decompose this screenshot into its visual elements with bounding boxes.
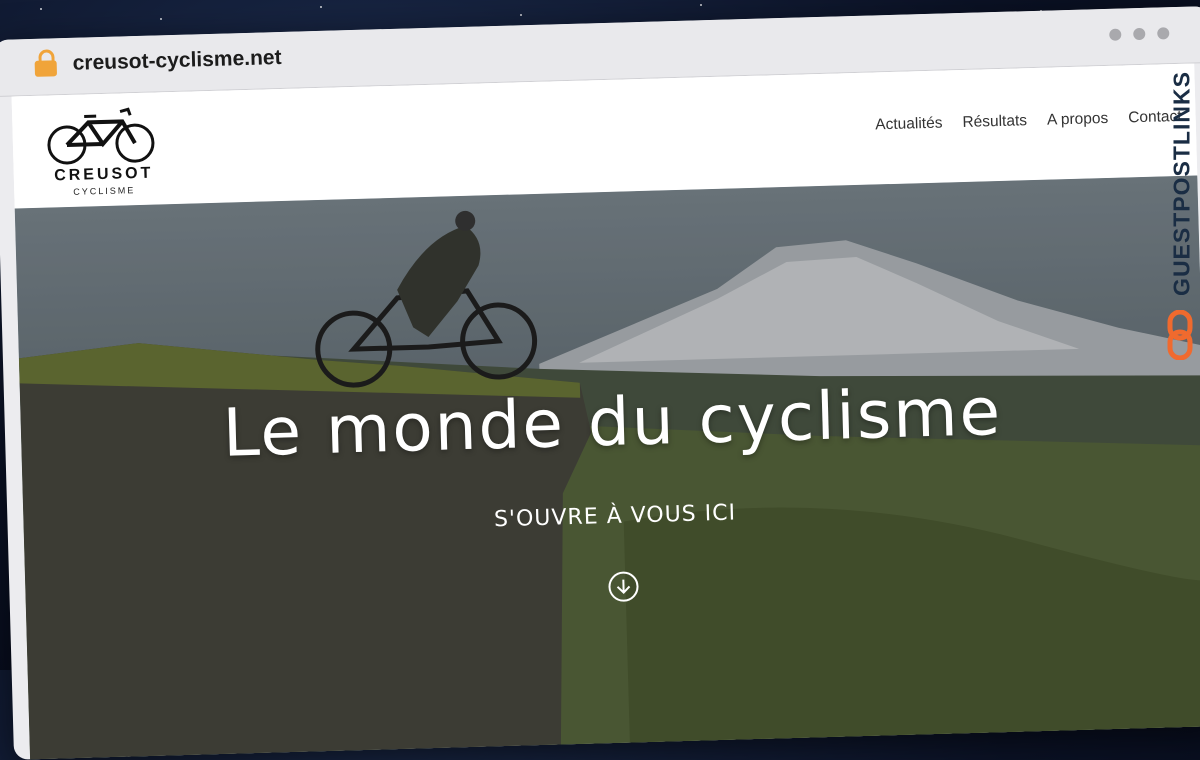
lock-icon: [34, 49, 58, 77]
bicycle-icon: [47, 107, 155, 165]
window-controls: [1109, 27, 1170, 41]
website: CREUSOT CYCLISME Actualités Résultats A …: [11, 63, 1200, 760]
browser-window: creusot-cyclisme.net CREUSOT CYCLISME Ac…: [0, 6, 1200, 760]
window-dot-icon[interactable]: [1133, 27, 1146, 41]
nav-item-resultats[interactable]: Résultats: [962, 112, 1027, 132]
site-logo[interactable]: CREUSOT CYCLISME: [42, 100, 165, 203]
watermark: GUESTPOSTLINKS: [1160, 60, 1200, 360]
link-icon: [1167, 310, 1193, 360]
hero-section: Le monde du cyclisme S'OUVRE À VOUS ICI: [14, 175, 1200, 760]
window-dot-icon[interactable]: [1157, 27, 1170, 40]
logo-name: CREUSOT: [53, 164, 154, 185]
address-bar[interactable]: creusot-cyclisme.net: [72, 46, 282, 76]
watermark-text: GUESTPOSTLINKS: [1168, 71, 1195, 296]
logo-subtitle: CYCLISME: [73, 185, 136, 197]
scroll-down-icon[interactable]: [608, 571, 639, 603]
window-dot-icon[interactable]: [1109, 28, 1122, 41]
nav-item-a-propos[interactable]: A propos: [1047, 110, 1109, 130]
main-nav: Actualités Résultats A propos Contact: [875, 108, 1182, 135]
nav-item-actualites[interactable]: Actualités: [875, 115, 943, 135]
